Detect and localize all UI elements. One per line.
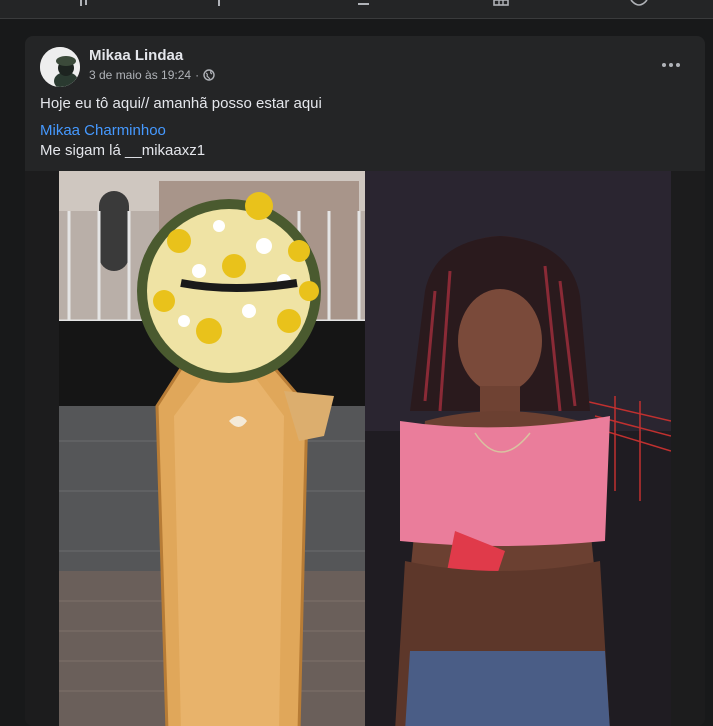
nav-icon-partial[interactable] [630,0,648,12]
feed-post: Mikaa Lindaa 3 de maio às 19:24 · Hoje e… [25,36,705,726]
post-author-name[interactable]: Mikaa Lindaa [89,47,183,64]
post-text-line: Hoje eu tô aqui// amanhã posso estar aqu… [40,95,322,112]
post-text-line: Me sigam lá __mikaaxz1 [40,142,206,159]
nav-icon-partial[interactable] [210,0,228,12]
nav-icon-partial[interactable] [492,0,510,12]
post-media[interactable] [25,171,705,726]
nav-icon-partial[interactable] [78,0,96,12]
top-navigation-bar [0,0,713,19]
selfie-photo-image [365,171,671,726]
post-timestamp[interactable]: 3 de maio às 19:24 [89,68,191,82]
avatar[interactable] [40,47,80,87]
globe-icon [203,69,215,81]
more-options-icon[interactable] [659,53,683,77]
mention-link[interactable]: Mikaa Charminhoo [40,122,166,139]
post-photo-coffin[interactable] [59,171,365,726]
meta-separator: · [195,68,200,82]
nav-icon-partial[interactable] [355,0,373,12]
coffin-photo-image [59,171,365,726]
post-photo-selfie[interactable] [365,171,671,726]
post-meta: 3 de maio às 19:24 · [89,68,215,82]
